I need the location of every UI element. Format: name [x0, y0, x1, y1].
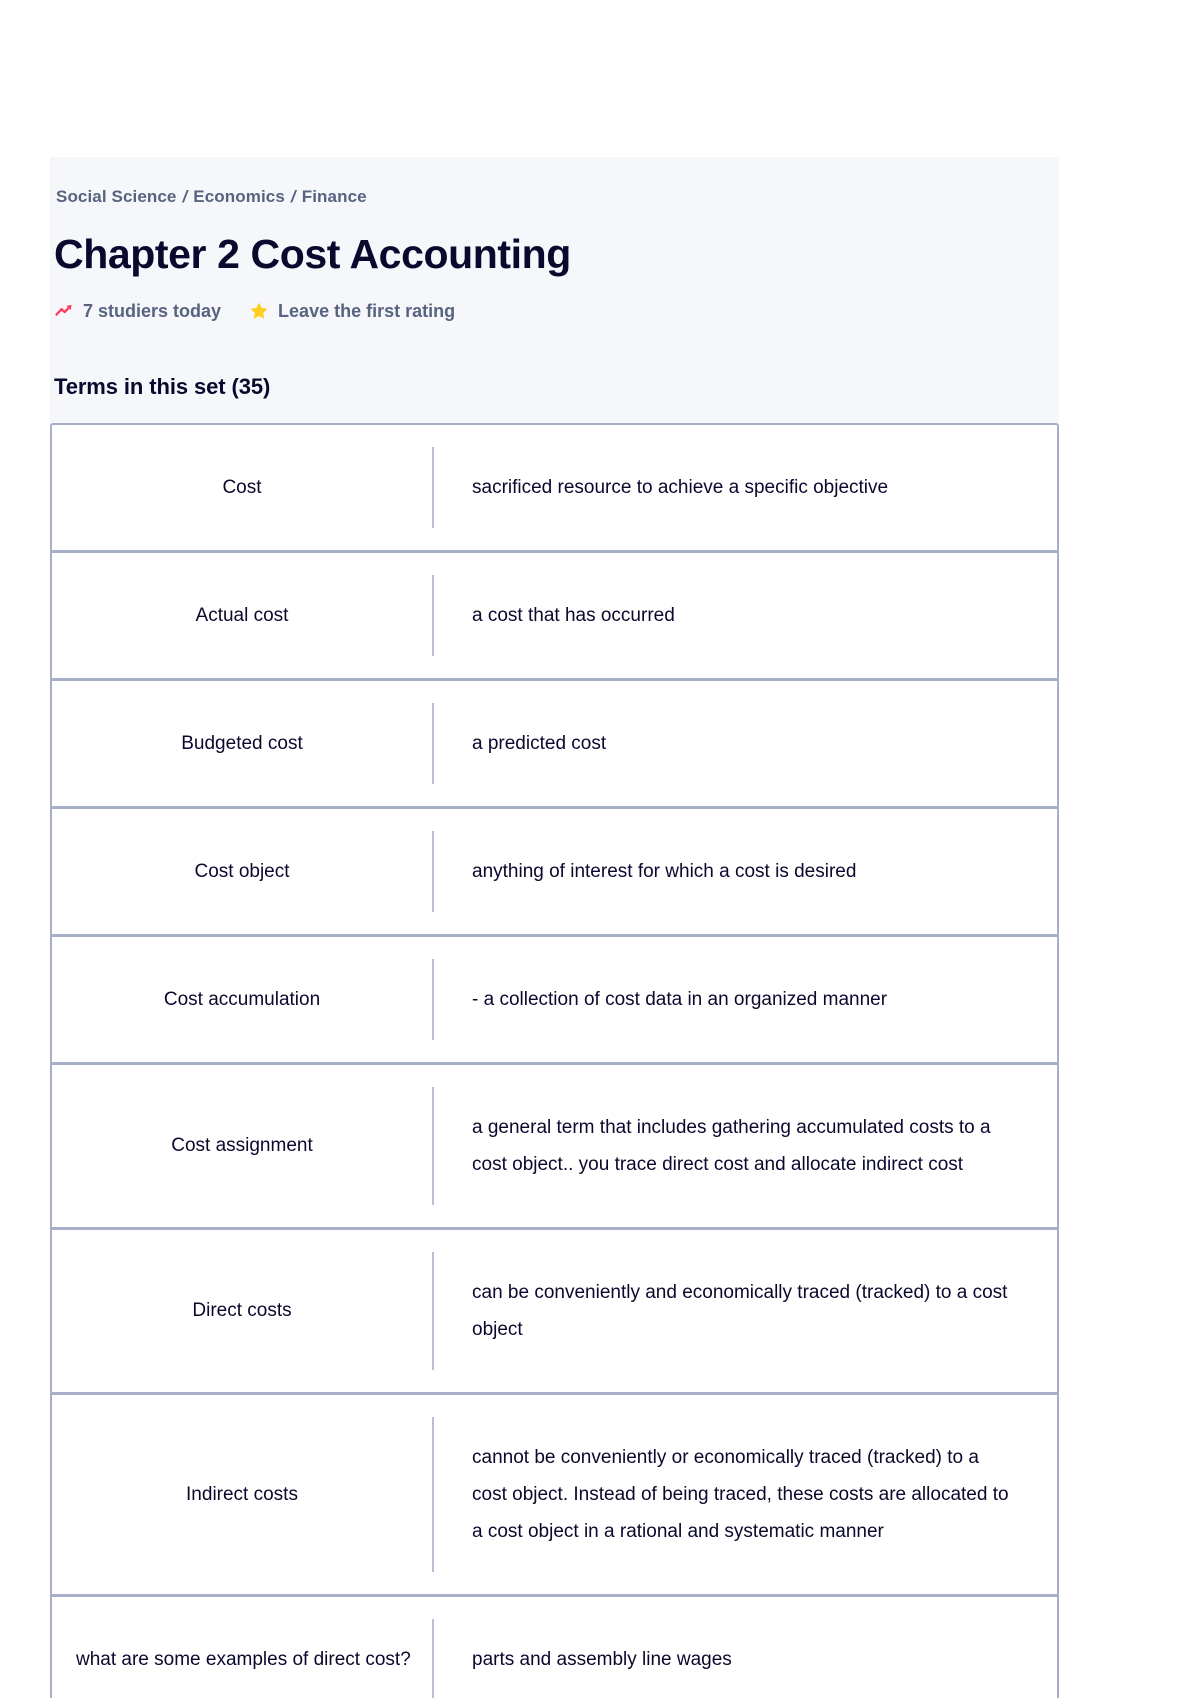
- term-text: what are some examples of direct cost?: [76, 1648, 411, 1670]
- breadcrumb: Social Science / Economics / Finance: [56, 187, 1059, 207]
- study-set-panel: Social Science / Economics / Finance Chapter…: [50, 157, 1059, 1698]
- definition-text: - a collection of cost data in an organi…: [472, 989, 888, 1010]
- definition-text: cannot be conveniently or economically t…: [472, 1447, 1009, 1542]
- definition-cell: a cost that has occurred: [432, 575, 1057, 656]
- breadcrumb-separator: /: [290, 187, 296, 206]
- star-icon: [249, 301, 269, 321]
- term-text: Budgeted cost: [181, 732, 303, 754]
- page-title: Chapter 2 Cost Accounting: [54, 231, 571, 277]
- term-text: Cost: [222, 476, 262, 498]
- breadcrumb-item-2[interactable]: Economics: [193, 187, 285, 206]
- terms-list: Cost sacrificed resource to achieve a sp…: [50, 423, 1059, 1698]
- table-row[interactable]: Cost object anything of interest for whi…: [52, 809, 1057, 937]
- table-row[interactable]: what are some examples of direct cost? p…: [52, 1597, 1057, 1698]
- page-root: Social Science / Economics / Finance Chapter…: [0, 0, 1200, 1698]
- definition-cell: a predicted cost: [432, 703, 1057, 784]
- term-text: Cost assignment: [171, 1135, 313, 1156]
- table-row[interactable]: Indirect costs cannot be conveniently or…: [52, 1395, 1057, 1597]
- trending-up-icon: [54, 301, 74, 321]
- definition-cell: parts and assembly line wages: [432, 1619, 1057, 1698]
- term-text: Indirect costs: [186, 1483, 298, 1505]
- definition-text: a general term that includes gathering a…: [472, 1117, 991, 1175]
- definition-text: sacrificed resource to achieve a specifi…: [472, 477, 889, 498]
- table-row[interactable]: Actual cost a cost that has occurred: [52, 553, 1057, 681]
- breadcrumb-item-1[interactable]: Social Science: [56, 187, 176, 206]
- definition-cell: a general term that includes gathering a…: [432, 1087, 1057, 1205]
- table-row[interactable]: Cost sacrificed resource to achieve a sp…: [52, 425, 1057, 553]
- term-text: Cost object: [194, 860, 290, 882]
- definition-text: a cost that has occurred: [472, 605, 675, 626]
- rating-stat-label: Leave the first rating: [278, 301, 456, 321]
- table-row[interactable]: Cost assignment a general term that incl…: [52, 1065, 1057, 1230]
- table-row[interactable]: Budgeted cost a predicted cost: [52, 681, 1057, 809]
- set-stats: 7 studiers today Leave the first rating: [54, 300, 1059, 322]
- term-text: Direct costs: [192, 1300, 292, 1321]
- terms-section-heading: Terms in this set (35): [54, 374, 271, 399]
- definition-text: can be conveniently and economically tra…: [472, 1282, 1008, 1340]
- definition-cell: can be conveniently and economically tra…: [432, 1252, 1057, 1370]
- definition-cell: - a collection of cost data in an organi…: [432, 959, 1057, 1040]
- studiers-stat-label: 7 studiers today: [83, 301, 222, 321]
- term-text: Cost accumulation: [163, 988, 321, 1010]
- breadcrumb-separator: /: [182, 187, 188, 206]
- table-row[interactable]: Cost accumulation - a collection of cost…: [52, 937, 1057, 1065]
- rating-stat[interactable]: Leave the first rating: [249, 300, 455, 322]
- term-text: Actual cost: [195, 604, 289, 626]
- studiers-stat[interactable]: 7 studiers today: [54, 300, 221, 322]
- definition-cell: sacrificed resource to achieve a specifi…: [432, 447, 1057, 528]
- breadcrumb-item-3[interactable]: Finance: [302, 187, 367, 206]
- definition-text: parts and assembly line wages: [472, 1649, 732, 1670]
- definition-text: a predicted cost: [472, 733, 607, 754]
- definition-cell: cannot be conveniently or economically t…: [432, 1417, 1057, 1572]
- table-row[interactable]: Direct costs can be conveniently and eco…: [52, 1230, 1057, 1395]
- definition-cell: anything of interest for which a cost is…: [432, 831, 1057, 912]
- definition-text: anything of interest for which a cost is…: [472, 861, 857, 882]
